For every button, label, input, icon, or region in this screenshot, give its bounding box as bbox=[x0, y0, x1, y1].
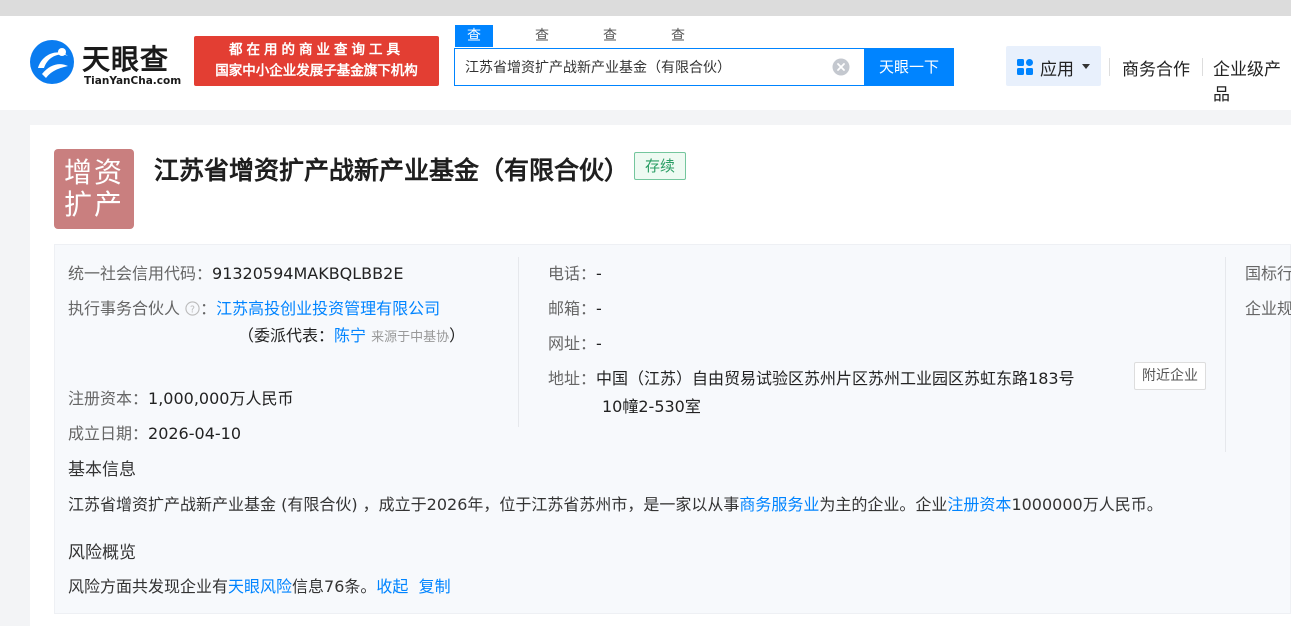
info-panel: 统一社会信用代码：91320594MAKBQLBB2E 执行事务合伙人 ? ：江… bbox=[54, 244, 1291, 614]
website-row: 网址：- bbox=[548, 330, 602, 354]
help-icon[interactable]: ? bbox=[185, 301, 200, 316]
nav-enterprise-products[interactable]: 企业级产品 bbox=[1213, 55, 1291, 105]
website-label: 网址： bbox=[548, 334, 597, 353]
risk-text-part-2: 信息76条。 bbox=[292, 577, 377, 596]
search-box bbox=[454, 48, 865, 86]
founded-value: 2026-04-10 bbox=[148, 424, 241, 443]
tianyancha-logo-icon bbox=[30, 40, 74, 84]
email-value: - bbox=[596, 299, 602, 318]
nearby-companies-button[interactable]: 附近企业 bbox=[1134, 362, 1206, 390]
browser-top-strip bbox=[0, 0, 1291, 16]
slogan-line-2: 国家中小企业发展子基金旗下机构 bbox=[215, 63, 418, 79]
email-row: 邮箱：- bbox=[548, 295, 602, 319]
founded-row: 成立日期：2026-04-10 bbox=[68, 420, 241, 444]
website-value: - bbox=[596, 334, 602, 353]
address-line-1: 中国（江苏）自由贸易试验区苏州片区苏州工业园区苏虹东路183号 bbox=[596, 369, 1075, 388]
search-input[interactable] bbox=[465, 49, 825, 85]
tab-boss[interactable]: 查老板 bbox=[535, 25, 549, 88]
capital-row: 注册资本：1,000,000万人民币 bbox=[68, 385, 293, 409]
address-row: 地址：中国（江苏）自由贸易试验区苏州片区苏州工业园区苏虹东路183号 bbox=[548, 365, 1075, 389]
slogan-banner: 都在用的商业查询工具 国家中小企业发展子基金旗下机构 bbox=[194, 36, 439, 86]
phone-value: - bbox=[596, 264, 602, 283]
risk-text-part-1: 风险方面共发现企业有 bbox=[68, 577, 229, 596]
industry-link[interactable]: 商务服务业 bbox=[739, 495, 819, 514]
partner-name-link[interactable]: 江苏高投创业投资管理有限公司 bbox=[216, 299, 440, 318]
delegate-prefix: （委派代表： bbox=[238, 326, 335, 345]
column-divider bbox=[518, 257, 519, 427]
phone-label: 电话： bbox=[548, 264, 597, 283]
credit-code-row: 统一社会信用代码：91320594MAKBQLBB2E bbox=[68, 260, 403, 284]
right-col-label-2: 企业规 bbox=[1245, 299, 1291, 318]
delegate-name-link[interactable]: 陈宁 bbox=[334, 326, 366, 345]
basic-text-part-1: 江苏省增资扩产战新产业基金 (有限合伙) ，成立于2026年，位于江苏省苏州市，… bbox=[68, 495, 740, 514]
credit-code-value[interactable]: 91320594MAKBQLBB2E bbox=[212, 264, 403, 283]
column-divider bbox=[1225, 257, 1226, 452]
phone-row: 电话：- bbox=[548, 260, 602, 284]
collapse-link[interactable]: 收起 bbox=[376, 577, 408, 596]
basic-info-heading: 基本信息 bbox=[68, 460, 136, 480]
nav-divider bbox=[1202, 58, 1203, 76]
capital-label: 注册资本： bbox=[68, 389, 149, 408]
delegate-row: （委派代表：陈宁 来源于中基协） bbox=[238, 322, 465, 346]
svg-text:?: ? bbox=[190, 304, 195, 315]
apps-grid-icon bbox=[1017, 59, 1033, 75]
company-name: 江苏省增资扩产战新产业基金（有限合伙） bbox=[154, 156, 630, 185]
tianyan-risk-link[interactable]: 天眼风险 bbox=[228, 577, 292, 596]
partner-label: 执行事务合伙人 bbox=[68, 299, 181, 318]
tab-company[interactable]: 查公司 bbox=[455, 25, 493, 88]
founded-label: 成立日期： bbox=[68, 424, 149, 443]
delegate-source: 来源于中基协 bbox=[371, 330, 450, 345]
clear-icon[interactable] bbox=[832, 58, 850, 76]
basic-text-part-2: 为主的企业。企业 bbox=[819, 495, 948, 514]
company-avatar: 增资 扩产 bbox=[54, 149, 134, 229]
partner-row: 执行事务合伙人 ? ：江苏高投创业投资管理有限公司 bbox=[68, 295, 440, 319]
apps-menu-button[interactable]: 应用 bbox=[1006, 46, 1101, 86]
risk-overview-heading: 风险概览 bbox=[68, 543, 136, 563]
slogan-line-1: 都在用的商业查询工具 bbox=[229, 42, 404, 58]
nav-business-cooperation[interactable]: 商务合作 bbox=[1122, 55, 1190, 80]
tab-risk[interactable]: 查风险 bbox=[671, 25, 685, 88]
site-header: 天眼查 TianYanCha.com 都在用的商业查询工具 国家中小企业发展子基… bbox=[0, 16, 1291, 110]
search-button[interactable]: 天眼一下 bbox=[864, 48, 954, 86]
logo-title: 天眼查 bbox=[82, 43, 170, 76]
registered-capital-link[interactable]: 注册资本 bbox=[947, 495, 1011, 514]
basic-text-part-3: 1000000万人民币。 bbox=[1011, 495, 1163, 514]
address-line-2: 10幢2-530室 bbox=[602, 397, 701, 416]
partner-colon: ： bbox=[200, 299, 217, 318]
delegate-suffix: ） bbox=[449, 326, 466, 345]
address-label: 地址： bbox=[548, 369, 597, 388]
tab-relation[interactable]: 查关系 bbox=[603, 25, 617, 88]
avatar-text-line-1: 增资 bbox=[63, 156, 124, 189]
site-logo[interactable]: 天眼查 TianYanCha.com bbox=[28, 38, 188, 92]
avatar-text-line-2: 扩产 bbox=[63, 188, 124, 221]
chevron-down-icon bbox=[1082, 64, 1090, 69]
risk-overview-text: 风险方面共发现企业有天眼风险信息76条。收起 复制 bbox=[68, 573, 451, 597]
basic-info-text: 江苏省增资扩产战新产业基金 (有限合伙) ，成立于2026年，位于江苏省苏州市，… bbox=[68, 491, 1163, 515]
status-badge: 存续 bbox=[634, 152, 686, 180]
company-card: 增资 扩产 江苏省增资扩产战新产业基金（有限合伙） 存续 统一社会信用代码：91… bbox=[30, 125, 1291, 626]
address-line-2-row: 10幢2-530室 bbox=[602, 393, 701, 417]
capital-value: 1,000,000万人民币 bbox=[148, 389, 294, 408]
right-col-label-1: 国标行 bbox=[1245, 264, 1291, 283]
email-label: 邮箱： bbox=[548, 299, 597, 318]
logo-subtitle: TianYanCha.com bbox=[84, 75, 182, 87]
copy-link[interactable]: 复制 bbox=[419, 577, 451, 596]
credit-code-label: 统一社会信用代码： bbox=[68, 264, 213, 283]
apps-label: 应用 bbox=[1040, 60, 1074, 80]
nav-divider bbox=[1109, 58, 1110, 76]
